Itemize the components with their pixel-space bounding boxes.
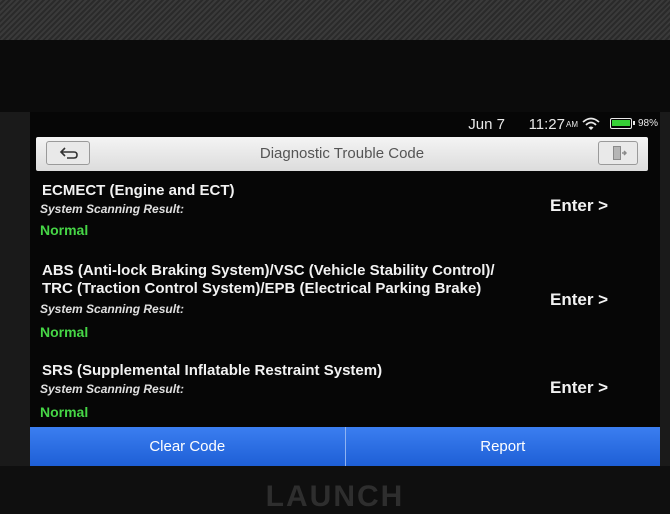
system-status: Normal — [40, 222, 89, 238]
battery-percent: 98% — [637, 118, 658, 129]
scan-result-label: System Scanning Result: — [40, 202, 185, 216]
exit-button[interactable] — [598, 141, 638, 165]
system-status: Normal — [40, 404, 89, 420]
status-bar: Jun 7 11:27 AM 98% — [30, 112, 660, 136]
brand-logo: LAUNCH — [265, 480, 405, 513]
system-name: SRS (Supplemental Inflatable Restraint S… — [42, 362, 383, 379]
scan-result-label: System Scanning Result: — [40, 382, 185, 396]
status-date: Jun 7 — [468, 116, 505, 133]
system-status: Normal — [40, 324, 89, 340]
title-bar: Diagnostic Trouble Code — [36, 137, 648, 171]
system-name: ABS (Anti-lock Braking System)/VSC (Vehi… — [42, 262, 495, 297]
page-title: Diagnostic Trouble Code — [259, 145, 425, 162]
enter-button[interactable]: Enter > — [550, 378, 608, 398]
device-screen: Jun 7 11:27 AM 98% Diagnostic Trouble Co… — [30, 112, 660, 466]
system-name: ECMECT (Engine and ECT) — [42, 182, 235, 199]
enter-button[interactable]: Enter > — [550, 290, 608, 310]
clear-code-button[interactable]: Clear Code — [30, 427, 346, 466]
device-bezel-band — [0, 40, 670, 112]
enter-button[interactable]: Enter > — [550, 196, 608, 216]
device-bezel-top — [0, 0, 670, 40]
scan-result-label: System Scanning Result: — [40, 302, 185, 316]
report-button[interactable]: Report — [345, 427, 660, 466]
status-time: 11:27 — [528, 116, 565, 133]
exit-door-icon — [613, 146, 627, 160]
wifi-icon — [582, 117, 600, 130]
battery-icon — [610, 118, 635, 129]
status-ampm: AM — [566, 120, 578, 129]
bottom-action-bar: Clear Code Report — [30, 427, 660, 466]
